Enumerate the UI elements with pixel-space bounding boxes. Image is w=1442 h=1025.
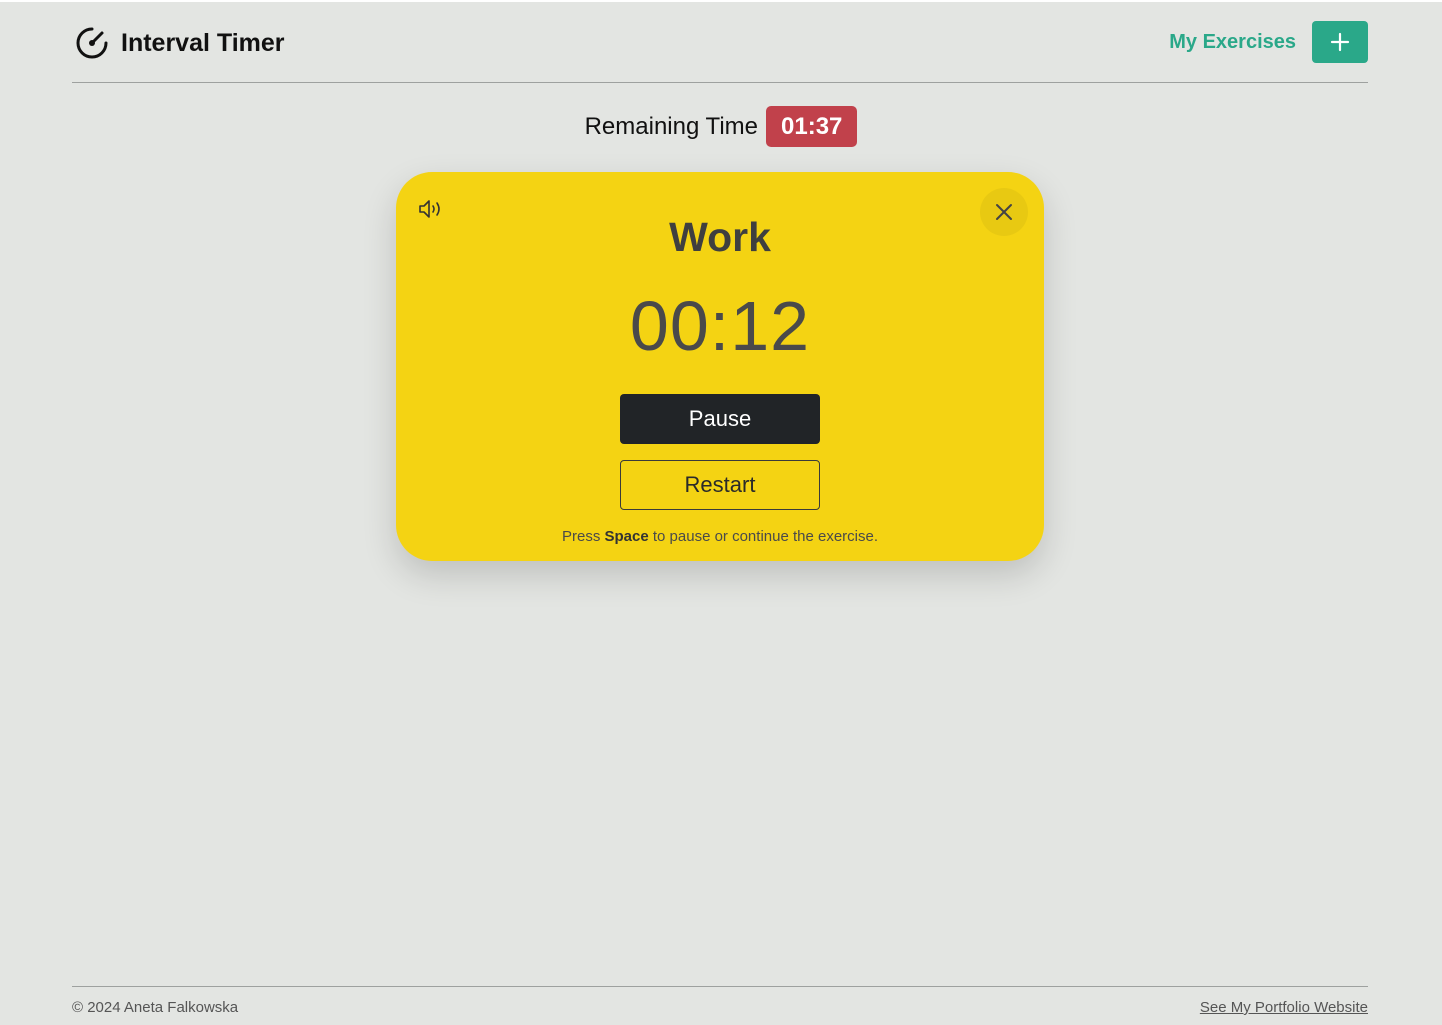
hint-prefix: Press — [561, 528, 601, 545]
restart-button[interactable]: Restart — [620, 460, 820, 510]
header: Interval Timer My Exercises — [72, 2, 1368, 83]
remaining-time-label: Remaining Time — [584, 112, 758, 140]
phase-title: Work — [669, 214, 771, 260]
header-nav: My Exercises — [1169, 21, 1368, 63]
plus-icon — [1330, 32, 1350, 52]
keyboard-hint: Press Space to pause or continue the exe… — [396, 528, 1044, 545]
my-exercises-link[interactable]: My Exercises — [1169, 31, 1296, 54]
hint-suffix: to pause or continue the exercise. — [652, 528, 879, 545]
pause-button[interactable]: Pause — [620, 394, 820, 444]
remaining-time-badge: 01:37 — [766, 106, 858, 147]
portfolio-link[interactable]: See My Portfolio Website — [1200, 999, 1368, 1016]
add-exercise-button[interactable] — [1312, 21, 1368, 63]
remaining-time: Remaining Time 01:37 — [0, 106, 1442, 147]
brand[interactable]: Interval Timer — [75, 26, 285, 60]
speedometer-icon — [76, 27, 108, 59]
copyright: © 2024 Aneta Falkowska — [72, 999, 239, 1016]
timer-card: Work 00:12 Pause Restart Press Space to … — [396, 172, 1044, 561]
phase-countdown: 00:12 — [629, 287, 811, 365]
page: Interval Timer My Exercises Remaining Ti… — [0, 0, 1442, 1025]
hint-key: Space — [604, 528, 649, 545]
footer: © 2024 Aneta Falkowska See My Portfolio … — [72, 986, 1368, 1025]
app-title: Interval Timer — [121, 28, 285, 57]
